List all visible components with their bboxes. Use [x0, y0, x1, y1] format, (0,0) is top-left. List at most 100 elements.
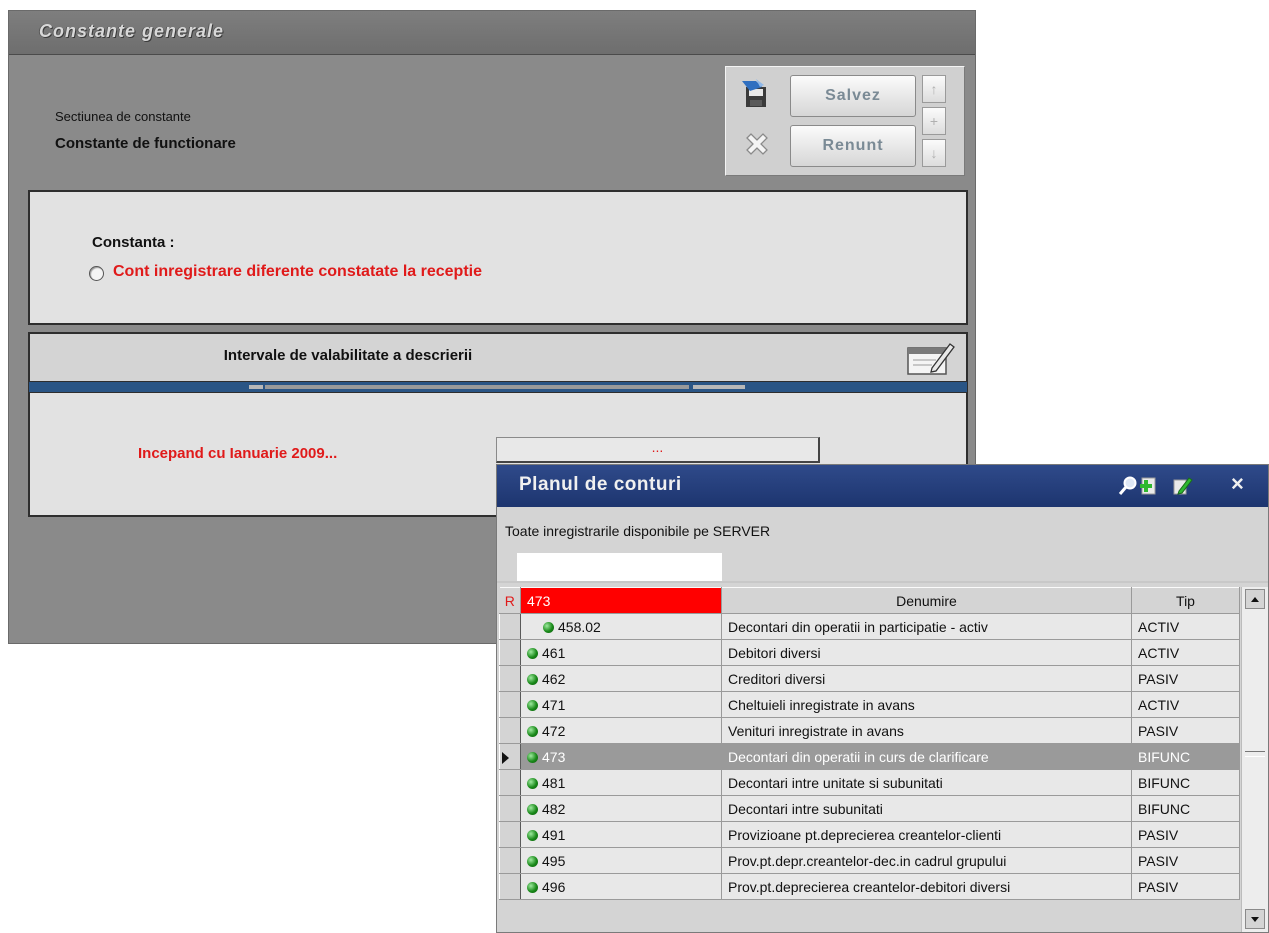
account-code-cell[interactable]: 496 [520, 873, 722, 900]
row-indicator[interactable] [499, 847, 521, 874]
account-code-cell[interactable]: 472 [520, 717, 722, 744]
chart-of-accounts-window: Planul de conturi × Toate inregistrarile… [496, 464, 1269, 933]
filter-input[interactable] [517, 553, 722, 581]
row-indicator[interactable] [499, 613, 521, 640]
account-code-cell[interactable]: 471 [520, 691, 722, 718]
add-record-icon[interactable] [1137, 475, 1159, 497]
account-name[interactable]: Decontari din operatii in participatie -… [721, 613, 1132, 640]
table-row[interactable]: 491 Provizioane pt.deprecierea creantelo… [499, 821, 1240, 848]
account-code-cell[interactable]: 491 [520, 821, 722, 848]
column-header-type[interactable]: Tip [1131, 587, 1240, 614]
account-type[interactable]: PASIV [1131, 847, 1240, 874]
row-indicator[interactable] [499, 691, 521, 718]
account-code-cell[interactable]: 462 [520, 665, 722, 692]
account-code: 491 [542, 826, 566, 843]
edit-pencil-icon[interactable] [1171, 475, 1193, 497]
account-code-cell[interactable]: 481 [520, 769, 722, 796]
account-type[interactable]: ACTIV [1131, 691, 1240, 718]
table-row-selected[interactable]: 473 Decontari din operatii in curs de cl… [499, 743, 1240, 770]
status-dot-icon [527, 855, 538, 867]
search-icon[interactable] [1117, 475, 1139, 497]
table-row[interactable]: 458.02 Decontari din operatii in partici… [499, 613, 1240, 640]
account-code-cell[interactable]: 482 [520, 795, 722, 822]
table-row[interactable]: 472 Venituri inregistrate in avans PASIV [499, 717, 1240, 744]
row-indicator[interactable] [499, 795, 521, 822]
status-dot-icon [543, 621, 554, 633]
add-button[interactable]: + [922, 107, 946, 135]
account-type[interactable]: ACTIV [1131, 613, 1240, 640]
column-header-code-search[interactable]: 473 [520, 587, 722, 614]
table-row[interactable]: 496 Prov.pt.deprecierea creantelor-debit… [499, 873, 1240, 900]
interval-start-label: Incepand cu Ianuarie 2009... [138, 445, 338, 462]
account-name[interactable]: Decontari din operatii in curs de clarif… [721, 743, 1132, 770]
account-code-cell[interactable]: 461 [520, 639, 722, 666]
interval-picker-field[interactable]: ... [496, 437, 820, 463]
scroll-down-button[interactable] [1245, 909, 1265, 929]
account-code: 482 [542, 800, 566, 817]
row-indicator[interactable] [499, 717, 521, 744]
account-name[interactable]: Provizioane pt.deprecierea creantelor-cl… [721, 821, 1132, 848]
account-name[interactable]: Creditori diversi [721, 665, 1132, 692]
cancel-button[interactable]: Renunt [790, 125, 916, 167]
constant-value[interactable]: Cont inregistrare diferente constatate l… [113, 263, 482, 281]
action-button-panel: Salvez Renunt ↑ + ↓ [725, 66, 965, 176]
move-up-button[interactable]: ↑ [922, 75, 946, 103]
floppy-save-icon[interactable] [740, 77, 774, 111]
row-indicator[interactable] [499, 769, 521, 796]
constant-radio[interactable] [89, 266, 104, 281]
row-indicator[interactable] [499, 665, 521, 692]
account-type[interactable]: BIFUNC [1131, 769, 1240, 796]
status-dot-icon [527, 751, 538, 763]
account-type[interactable]: BIFUNC [1131, 795, 1240, 822]
account-type[interactable]: PASIV [1131, 665, 1240, 692]
scroll-up-button[interactable] [1245, 589, 1265, 609]
row-indicator[interactable] [499, 639, 521, 666]
account-code-cell[interactable]: 458.02 [520, 613, 722, 640]
status-dot-icon [527, 881, 538, 893]
account-code-cell[interactable]: 473 [520, 743, 722, 770]
status-dot-icon [527, 829, 538, 841]
account-type[interactable]: BIFUNC [1131, 743, 1240, 770]
status-dot-icon [527, 673, 538, 685]
arrow-up-icon: ↑ [930, 81, 938, 97]
table-row[interactable]: 481 Decontari intre unitate si subunitat… [499, 769, 1240, 796]
account-type[interactable]: PASIV [1131, 717, 1240, 744]
edit-pencil-icon[interactable] [906, 340, 956, 376]
account-name[interactable]: Cheltuieli inregistrate in avans [721, 691, 1132, 718]
table-row[interactable]: 461 Debitori diversi ACTIV [499, 639, 1240, 666]
account-type[interactable]: PASIV [1131, 873, 1240, 900]
account-name[interactable]: Venituri inregistrate in avans [721, 717, 1132, 744]
account-code-cell[interactable]: 495 [520, 847, 722, 874]
account-name[interactable]: Decontari intre unitate si subunitati [721, 769, 1132, 796]
table-row[interactable]: 495 Prov.pt.depr.creantelor-dec.in cadru… [499, 847, 1240, 874]
account-type[interactable]: ACTIV [1131, 639, 1240, 666]
account-type[interactable]: PASIV [1131, 821, 1240, 848]
account-name[interactable]: Debitori diversi [721, 639, 1132, 666]
account-code: 472 [542, 722, 566, 739]
cancel-x-icon[interactable] [742, 131, 772, 161]
table-row[interactable]: 462 Creditori diversi PASIV [499, 665, 1240, 692]
interval-header: Intervale de valabilitate a descrierii [28, 332, 968, 381]
interval-title: Intervale de valabilitate a descrierii [223, 347, 473, 364]
table-row[interactable]: 482 Decontari intre subunitati BIFUNC [499, 795, 1240, 822]
account-name[interactable]: Prov.pt.deprecierea creantelor-debitori … [721, 873, 1132, 900]
status-dot-icon [527, 803, 538, 815]
dialog-title: Planul de conturi [519, 474, 682, 495]
save-button[interactable]: Salvez [790, 75, 916, 117]
column-header-row-indicator[interactable]: R [499, 587, 521, 614]
divider-segment [265, 385, 689, 389]
account-name[interactable]: Prov.pt.depr.creantelor-dec.in cadrul gr… [721, 847, 1132, 874]
dialog-title-bar: Planul de conturi × [497, 465, 1268, 507]
account-name[interactable]: Decontari intre subunitati [721, 795, 1132, 822]
row-indicator[interactable] [499, 821, 521, 848]
scroll-thumb[interactable] [1245, 751, 1265, 757]
account-code: 471 [542, 696, 566, 713]
vertical-scrollbar[interactable] [1241, 587, 1268, 932]
close-icon[interactable]: × [1231, 471, 1244, 497]
table-row[interactable]: 471 Cheltuieli inregistrate in avans ACT… [499, 691, 1240, 718]
status-dot-icon [527, 725, 538, 737]
row-indicator[interactable] [499, 873, 521, 900]
column-header-name[interactable]: Denumire [721, 587, 1132, 614]
row-indicator-current[interactable] [499, 743, 521, 770]
move-down-button[interactable]: ↓ [922, 139, 946, 167]
